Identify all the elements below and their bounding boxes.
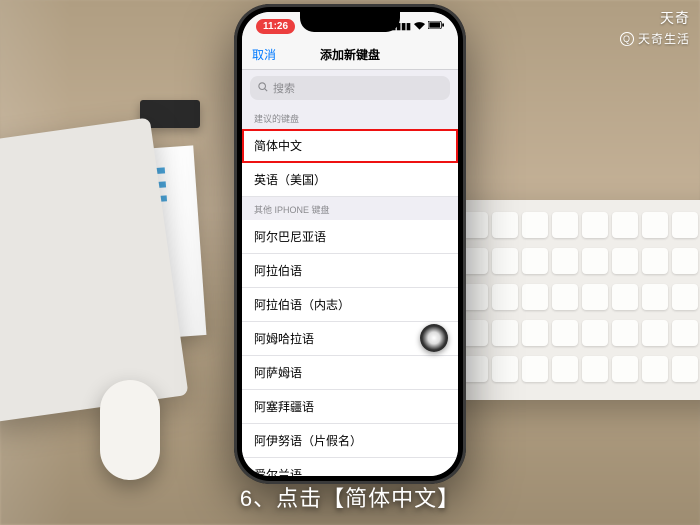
- cancel-button[interactable]: 取消: [252, 46, 276, 63]
- page-title: 添加新键盘: [320, 46, 380, 63]
- watermark: 天奇 Q 天奇生活: [620, 8, 690, 47]
- search-placeholder: 搜索: [273, 80, 295, 96]
- search-icon: [258, 82, 268, 95]
- section-header-suggested: 建议的键盘: [242, 106, 458, 129]
- phone-screen: 11:26 ▮▮▮▮ 取消 添加新键盘 搜索: [242, 12, 458, 476]
- search-container: 搜索: [242, 70, 458, 106]
- list-item[interactable]: 阿尔巴尼亚语: [242, 220, 458, 254]
- list-item[interactable]: 阿拉伯语（内志）: [242, 288, 458, 322]
- wifi-icon: [414, 21, 425, 32]
- list-item[interactable]: 阿萨姆语: [242, 356, 458, 390]
- suggested-list: 简体中文英语（美国）: [242, 129, 458, 197]
- watermark-sub: 天奇生活: [638, 30, 690, 47]
- list-item[interactable]: 简体中文: [242, 129, 458, 163]
- status-time: 11:26: [256, 19, 295, 34]
- tutorial-caption: 6、点击【简体中文】: [0, 481, 700, 513]
- phone-device: 11:26 ▮▮▮▮ 取消 添加新键盘 搜索: [234, 4, 466, 484]
- keyboard-list-scroll[interactable]: 建议的键盘 简体中文英语（美国） 其他 IPHONE 键盘 阿尔巴尼亚语阿拉伯语…: [242, 106, 458, 476]
- assistive-touch-button[interactable]: [420, 324, 448, 352]
- list-item[interactable]: 阿伊努语（片假名）: [242, 424, 458, 458]
- list-item[interactable]: 阿拉伯语: [242, 254, 458, 288]
- mouse-prop: [100, 380, 160, 480]
- section-header-other: 其他 IPHONE 键盘: [242, 197, 458, 220]
- battery-icon: [428, 21, 444, 31]
- list-item[interactable]: 英语（美国）: [242, 163, 458, 197]
- list-item[interactable]: 阿塞拜疆语: [242, 390, 458, 424]
- nav-header: 取消 添加新键盘: [242, 40, 458, 70]
- notch: [300, 12, 400, 32]
- search-input[interactable]: 搜索: [250, 76, 450, 100]
- list-item[interactable]: 爱尔兰语: [242, 458, 458, 476]
- watermark-logo-icon: Q: [620, 32, 634, 46]
- watermark-main: 天奇: [660, 8, 690, 28]
